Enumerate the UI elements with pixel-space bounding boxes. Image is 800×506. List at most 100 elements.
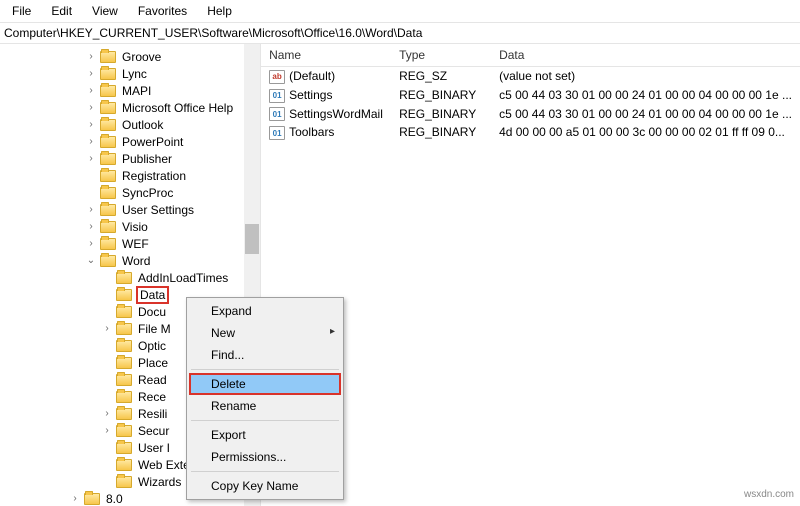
menu-view[interactable]: View: [84, 2, 126, 20]
chevron-right-icon[interactable]: ›: [100, 407, 114, 421]
tree-item-label: WEF: [120, 237, 151, 251]
tree-item[interactable]: › WEF: [4, 235, 260, 252]
list-row[interactable]: 01ToolbarsREG_BINARY4d 00 00 00 a5 01 00…: [261, 123, 800, 142]
menu-favorites[interactable]: Favorites: [130, 2, 195, 20]
tree-item[interactable]: › Visio: [4, 218, 260, 235]
value-name: Settings: [289, 88, 332, 102]
tree-item-label: Data: [136, 286, 169, 304]
folder-icon: [100, 221, 116, 233]
tree-item-label: Rece: [136, 390, 168, 404]
ctx-permissions[interactable]: Permissions...: [189, 446, 341, 468]
scroll-thumb[interactable]: [245, 224, 259, 254]
chevron-right-icon[interactable]: ›: [84, 101, 98, 115]
folder-icon: [84, 493, 100, 505]
header-name[interactable]: Name: [261, 44, 391, 66]
list-row[interactable]: ab(Default)REG_SZ(value not set): [261, 67, 800, 86]
ctx-new[interactable]: New: [189, 322, 341, 344]
tree-item-label: Read: [136, 373, 169, 387]
menu-file[interactable]: File: [4, 2, 39, 20]
folder-icon: [100, 187, 116, 199]
chevron-right-icon[interactable]: ›: [84, 237, 98, 251]
list-row[interactable]: 01SettingsWordMailREG_BINARYc5 00 44 03 …: [261, 105, 800, 124]
ctx-expand[interactable]: Expand: [189, 300, 341, 322]
chevron-right-icon[interactable]: ›: [84, 118, 98, 132]
tree-item-label: AddInLoadTimes: [136, 271, 230, 285]
value-type: REG_SZ: [391, 69, 491, 84]
chevron-right-icon[interactable]: ›: [84, 84, 98, 98]
tree-item-label: PowerPoint: [120, 135, 185, 149]
folder-icon: [100, 68, 116, 80]
tree-line-icon: [84, 186, 98, 200]
header-data[interactable]: Data: [491, 44, 800, 66]
tree-item-label: Visio: [120, 220, 150, 234]
folder-icon: [100, 238, 116, 250]
folder-icon: [100, 119, 116, 131]
tree-item-label: Place: [136, 356, 170, 370]
tree-item-label: Resili: [136, 407, 169, 421]
tree-line-icon: [84, 169, 98, 183]
ctx-rename[interactable]: Rename: [189, 395, 341, 417]
folder-icon: [116, 323, 132, 335]
chevron-right-icon[interactable]: ›: [84, 135, 98, 149]
tree-item-label: Microsoft Office Help: [120, 101, 235, 115]
value-type: REG_BINARY: [391, 107, 491, 122]
tree-item-label: Optic: [136, 339, 168, 353]
header-type[interactable]: Type: [391, 44, 491, 66]
chevron-right-icon[interactable]: ›: [84, 67, 98, 81]
tree-item[interactable]: ›Groove: [4, 48, 260, 65]
chevron-right-icon[interactable]: ›: [84, 152, 98, 166]
tree-item[interactable]: ›Publisher: [4, 150, 260, 167]
folder-icon: [100, 85, 116, 97]
tree-item-label: File M: [136, 322, 173, 336]
tree-line-icon: [100, 373, 114, 387]
tree-item[interactable]: SyncProc: [4, 184, 260, 201]
value-name: (Default): [289, 69, 335, 83]
tree-line-icon: [100, 458, 114, 472]
tree-item[interactable]: ›User Settings: [4, 201, 260, 218]
tree-item-label: Registration: [120, 169, 188, 183]
watermark: wsxdn.com: [744, 489, 794, 500]
chevron-down-icon[interactable]: ⌄: [84, 254, 98, 268]
chevron-right-icon[interactable]: ›: [84, 203, 98, 217]
chevron-right-icon[interactable]: ›: [84, 50, 98, 64]
chevron-right-icon[interactable]: ›: [100, 322, 114, 336]
tree-item[interactable]: Registration: [4, 167, 260, 184]
tree-item-label: Word: [120, 254, 152, 268]
binary-value-icon: 01: [269, 89, 285, 103]
tree-item[interactable]: › MAPI: [4, 82, 260, 99]
string-value-icon: ab: [269, 70, 285, 84]
tree-item-label: User I: [136, 441, 172, 455]
menu-edit[interactable]: Edit: [43, 2, 80, 20]
chevron-right-icon[interactable]: ›: [100, 424, 114, 438]
tree-item-label: Outlook: [120, 118, 165, 132]
list-row[interactable]: 01SettingsREG_BINARYc5 00 44 03 30 01 00…: [261, 86, 800, 105]
tree-item-label: MAPI: [120, 84, 153, 98]
chevron-right-icon[interactable]: ›: [68, 492, 82, 506]
list-header: Name Type Data: [261, 44, 800, 67]
tree-item-label: Wizards: [136, 475, 183, 489]
menu-bar: File Edit View Favorites Help: [0, 0, 800, 23]
folder-icon: [116, 459, 132, 471]
folder-icon: [116, 476, 132, 488]
tree-item[interactable]: › Microsoft Office Help: [4, 99, 260, 116]
chevron-right-icon[interactable]: ›: [84, 220, 98, 234]
address-bar[interactable]: Computer\HKEY_CURRENT_USER\Software\Micr…: [0, 23, 800, 44]
ctx-separator: [191, 369, 339, 370]
tree-item[interactable]: › Lync: [4, 65, 260, 82]
menu-help[interactable]: Help: [199, 2, 240, 20]
tree-line-icon: [100, 441, 114, 455]
ctx-delete[interactable]: Delete: [189, 373, 341, 395]
ctx-separator: [191, 471, 339, 472]
tree-item[interactable]: › Outlook: [4, 116, 260, 133]
tree-line-icon: [100, 305, 114, 319]
tree-item-label: Secur: [136, 424, 171, 438]
tree-item-label: Lync: [120, 67, 149, 81]
tree-item[interactable]: ⌄ Word: [4, 252, 260, 269]
value-name: Toolbars: [289, 125, 334, 139]
tree-item[interactable]: AddInLoadTimes: [4, 269, 260, 286]
tree-item[interactable]: › PowerPoint: [4, 133, 260, 150]
ctx-copy-key-name[interactable]: Copy Key Name: [189, 475, 341, 497]
ctx-find[interactable]: Find...: [189, 344, 341, 366]
folder-icon: [100, 51, 116, 63]
ctx-export[interactable]: Export: [189, 424, 341, 446]
